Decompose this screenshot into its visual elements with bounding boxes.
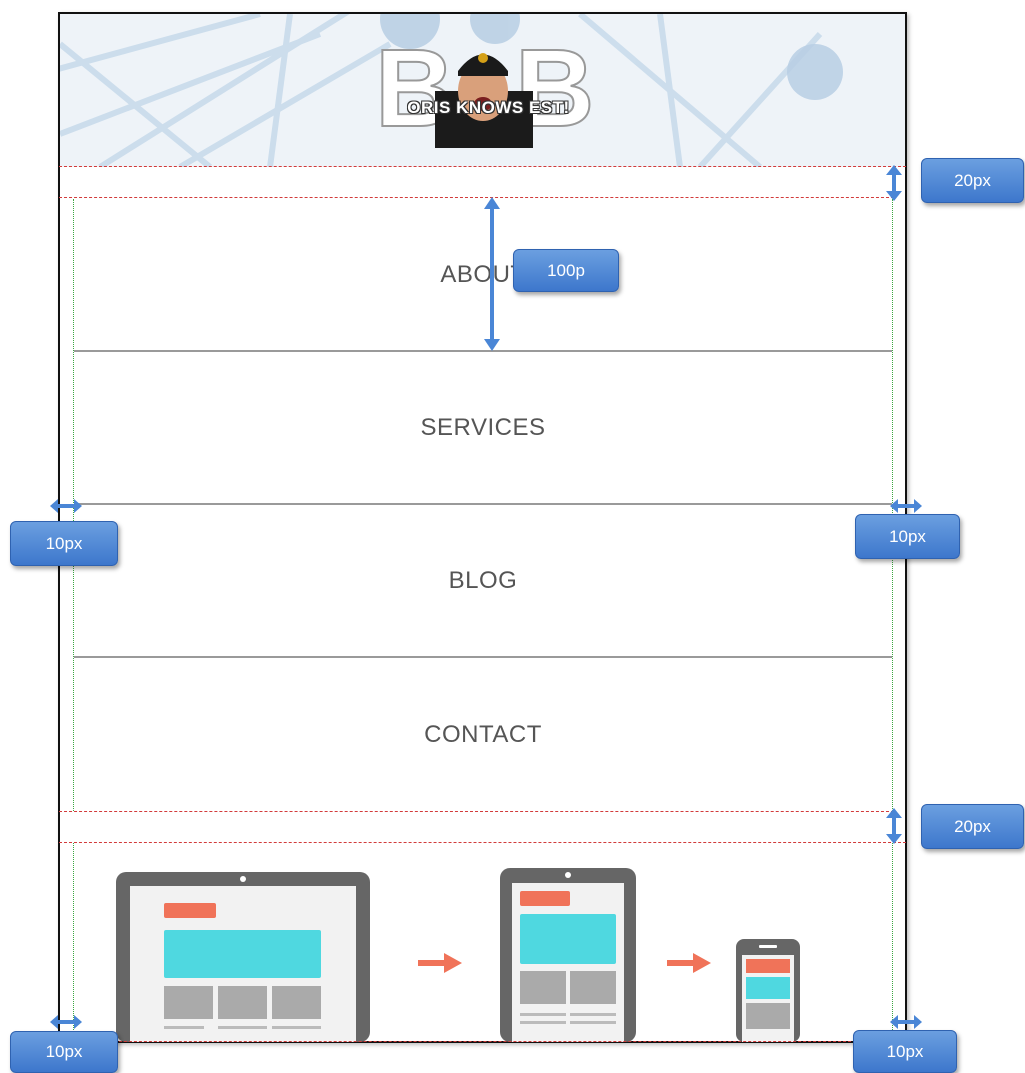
arrow-right-icon (418, 953, 462, 973)
double-arrow-icon (890, 1015, 922, 1029)
double-arrow-icon (890, 499, 922, 513)
double-arrow-icon (50, 1015, 82, 1029)
annotation-bottom-right-padding: 10px (853, 1030, 957, 1073)
double-arrow-icon (886, 165, 902, 201)
logo[interactable]: B B (375, 36, 595, 148)
nav-item-contact[interactable]: CONTACT (74, 658, 892, 811)
annotation-left-padding: 10px (10, 521, 118, 566)
double-arrow-icon (484, 197, 500, 351)
phone-icon (736, 939, 800, 1042)
annotation-top-gap: 20px (921, 158, 1024, 203)
double-arrow-icon (886, 808, 902, 844)
content-section-bottom (59, 1041, 906, 1042)
annotation-item-height: 100p (513, 249, 619, 292)
logo-title: ORIS KNOWS EST! (407, 98, 570, 117)
annotation-bottom-left-padding: 10px (10, 1031, 118, 1073)
nav-item-blog[interactable]: BLOG (74, 505, 892, 658)
tablet-icon (500, 868, 636, 1042)
arrow-right-icon (667, 953, 711, 973)
responsive-illustration (73, 843, 893, 1042)
header-border (59, 166, 906, 167)
desktop-icon (116, 872, 370, 1042)
annotation-middle-gap: 20px (921, 804, 1024, 849)
annotation-right-padding: 10px (855, 514, 960, 559)
double-arrow-icon (50, 499, 82, 513)
nav-item-services[interactable]: SERVICES (74, 352, 892, 505)
